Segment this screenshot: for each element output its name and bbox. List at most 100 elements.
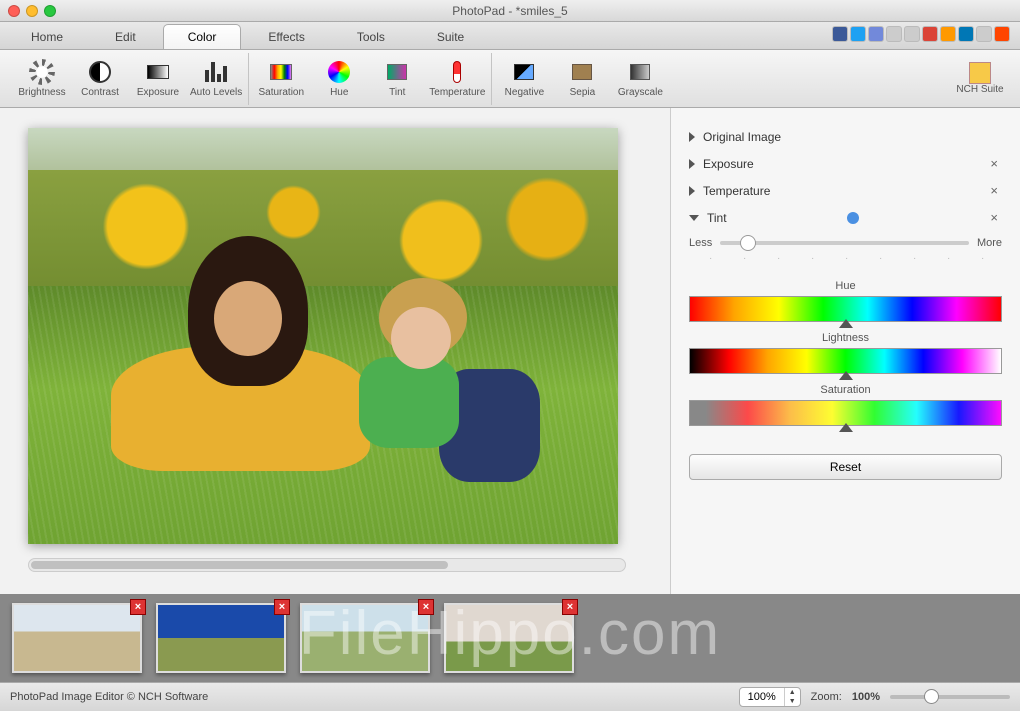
autolevels-label: Auto Levels	[190, 87, 242, 98]
zoom-slider[interactable]	[890, 695, 1010, 699]
contrast-button[interactable]: Contrast	[74, 53, 126, 105]
sepia-label: Sepia	[570, 87, 596, 98]
thumbnail-image	[444, 603, 574, 673]
title-bar: PhotoPad - *smiles_5	[0, 0, 1020, 22]
autolevels-button[interactable]: Auto Levels	[190, 53, 242, 105]
contrast-label: Contrast	[81, 87, 119, 98]
status-bar: PhotoPad Image Editor © NCH Software ▲▼ …	[0, 682, 1020, 711]
layer-label: Original Image	[703, 130, 781, 144]
close-thumbnail-button[interactable]: ×	[418, 599, 434, 615]
remove-layer-button[interactable]: ×	[986, 156, 1002, 171]
exposure-icon	[145, 59, 171, 85]
image-canvas[interactable]	[28, 128, 618, 544]
tab-suite[interactable]: Suite	[412, 24, 489, 49]
grayscale-icon	[627, 59, 653, 85]
minimize-window-button[interactable]	[26, 5, 38, 17]
layer-exposure[interactable]: Exposure ×	[689, 150, 1002, 177]
close-thumbnail-button[interactable]: ×	[562, 599, 578, 615]
tab-color[interactable]: Color	[163, 24, 242, 49]
tab-effects[interactable]: Effects	[243, 24, 329, 49]
grayscale-button[interactable]: Grayscale	[614, 53, 666, 105]
temperature-label: Temperature	[429, 87, 485, 98]
thumbnail-2[interactable]: ×	[156, 603, 286, 673]
autolevels-icon	[203, 59, 229, 85]
lightness-pointer[interactable]	[839, 371, 853, 380]
hue-label: Hue	[330, 87, 348, 98]
nch-suite-button[interactable]: NCH Suite	[950, 62, 1010, 95]
saturation-button[interactable]: Saturation	[255, 53, 307, 105]
tint-slider-knob[interactable]	[740, 235, 756, 251]
maximize-window-button[interactable]	[44, 5, 56, 17]
share-icon-4[interactable]	[904, 26, 920, 42]
step-down[interactable]: ▼	[785, 697, 800, 706]
slider-ticks: ·········	[689, 253, 1002, 270]
tab-home[interactable]: Home	[6, 24, 88, 49]
thumbnail-3[interactable]: ×	[300, 603, 430, 673]
visibility-toggle[interactable]	[847, 212, 859, 224]
negative-button[interactable]: Negative	[498, 53, 550, 105]
hue-button[interactable]: Hue	[313, 53, 365, 105]
reset-button[interactable]: Reset	[689, 454, 1002, 480]
share-icon-1[interactable]	[850, 26, 866, 42]
sepia-icon	[569, 59, 595, 85]
tint-slider-track[interactable]	[720, 241, 969, 245]
adjustments-panel: Original Image Exposure × Temperature × Ti…	[670, 108, 1020, 594]
layer-temperature[interactable]: Temperature ×	[689, 177, 1002, 204]
scrollbar-thumb[interactable]	[31, 561, 448, 569]
horizontal-scrollbar[interactable]	[28, 558, 626, 572]
layer-tint[interactable]: Tint ×	[689, 204, 1002, 231]
negative-icon	[511, 59, 537, 85]
remove-layer-button[interactable]: ×	[986, 183, 1002, 198]
hue-label: Hue	[689, 280, 1002, 292]
close-thumbnail-button[interactable]: ×	[130, 599, 146, 615]
tab-tools[interactable]: Tools	[332, 24, 410, 49]
thumbnail-1[interactable]: ×	[12, 603, 142, 673]
thumbnail-4[interactable]: ×	[444, 603, 574, 673]
slider-less-label: Less	[689, 237, 712, 249]
percent-input[interactable]	[740, 691, 784, 703]
tint-button[interactable]: Tint	[371, 53, 423, 105]
layer-label: Temperature	[703, 184, 770, 198]
brightness-button[interactable]: Brightness	[16, 53, 68, 105]
thumbnail-image	[12, 603, 142, 673]
temperature-icon	[444, 59, 470, 85]
layer-original-image[interactable]: Original Image	[689, 124, 1002, 150]
layer-label: Tint	[707, 211, 727, 225]
saturation-label: Saturation	[258, 87, 304, 98]
share-icon-0[interactable]	[832, 26, 848, 42]
remove-layer-button[interactable]: ×	[986, 210, 1002, 225]
layer-label: Exposure	[703, 157, 754, 171]
window-title: PhotoPad - *smiles_5	[0, 4, 1020, 18]
toolbar: Brightness Contrast Exposure Auto Levels…	[0, 50, 1020, 108]
exposure-button[interactable]: Exposure	[132, 53, 184, 105]
suite-label: NCH Suite	[956, 84, 1003, 95]
share-icon-5[interactable]	[922, 26, 938, 42]
hue-pointer[interactable]	[839, 319, 853, 328]
sepia-button[interactable]: Sepia	[556, 53, 608, 105]
lightness-gradient[interactable]	[689, 348, 1002, 374]
saturation-icon	[268, 59, 294, 85]
step-up[interactable]: ▲	[785, 688, 800, 697]
share-icon-9[interactable]	[994, 26, 1010, 42]
brightness-icon	[29, 59, 55, 85]
close-window-button[interactable]	[8, 5, 20, 17]
grayscale-label: Grayscale	[618, 87, 663, 98]
zoom-knob[interactable]	[924, 689, 939, 704]
canvas-area	[0, 108, 670, 594]
main-area: Original Image Exposure × Temperature × Ti…	[0, 108, 1020, 594]
hue-icon	[326, 59, 352, 85]
share-icon-7[interactable]	[958, 26, 974, 42]
share-icon-3[interactable]	[886, 26, 902, 42]
share-icon-2[interactable]	[868, 26, 884, 42]
saturation-label: Saturation	[689, 384, 1002, 396]
hue-gradient[interactable]	[689, 296, 1002, 322]
share-icon-8[interactable]	[976, 26, 992, 42]
saturation-pointer[interactable]	[839, 423, 853, 432]
temperature-button[interactable]: Temperature	[429, 53, 485, 105]
slider-more-label: More	[977, 237, 1002, 249]
saturation-gradient[interactable]	[689, 400, 1002, 426]
exposure-label: Exposure	[137, 87, 179, 98]
share-icon-6[interactable]	[940, 26, 956, 42]
tab-edit[interactable]: Edit	[90, 24, 161, 49]
close-thumbnail-button[interactable]: ×	[274, 599, 290, 615]
